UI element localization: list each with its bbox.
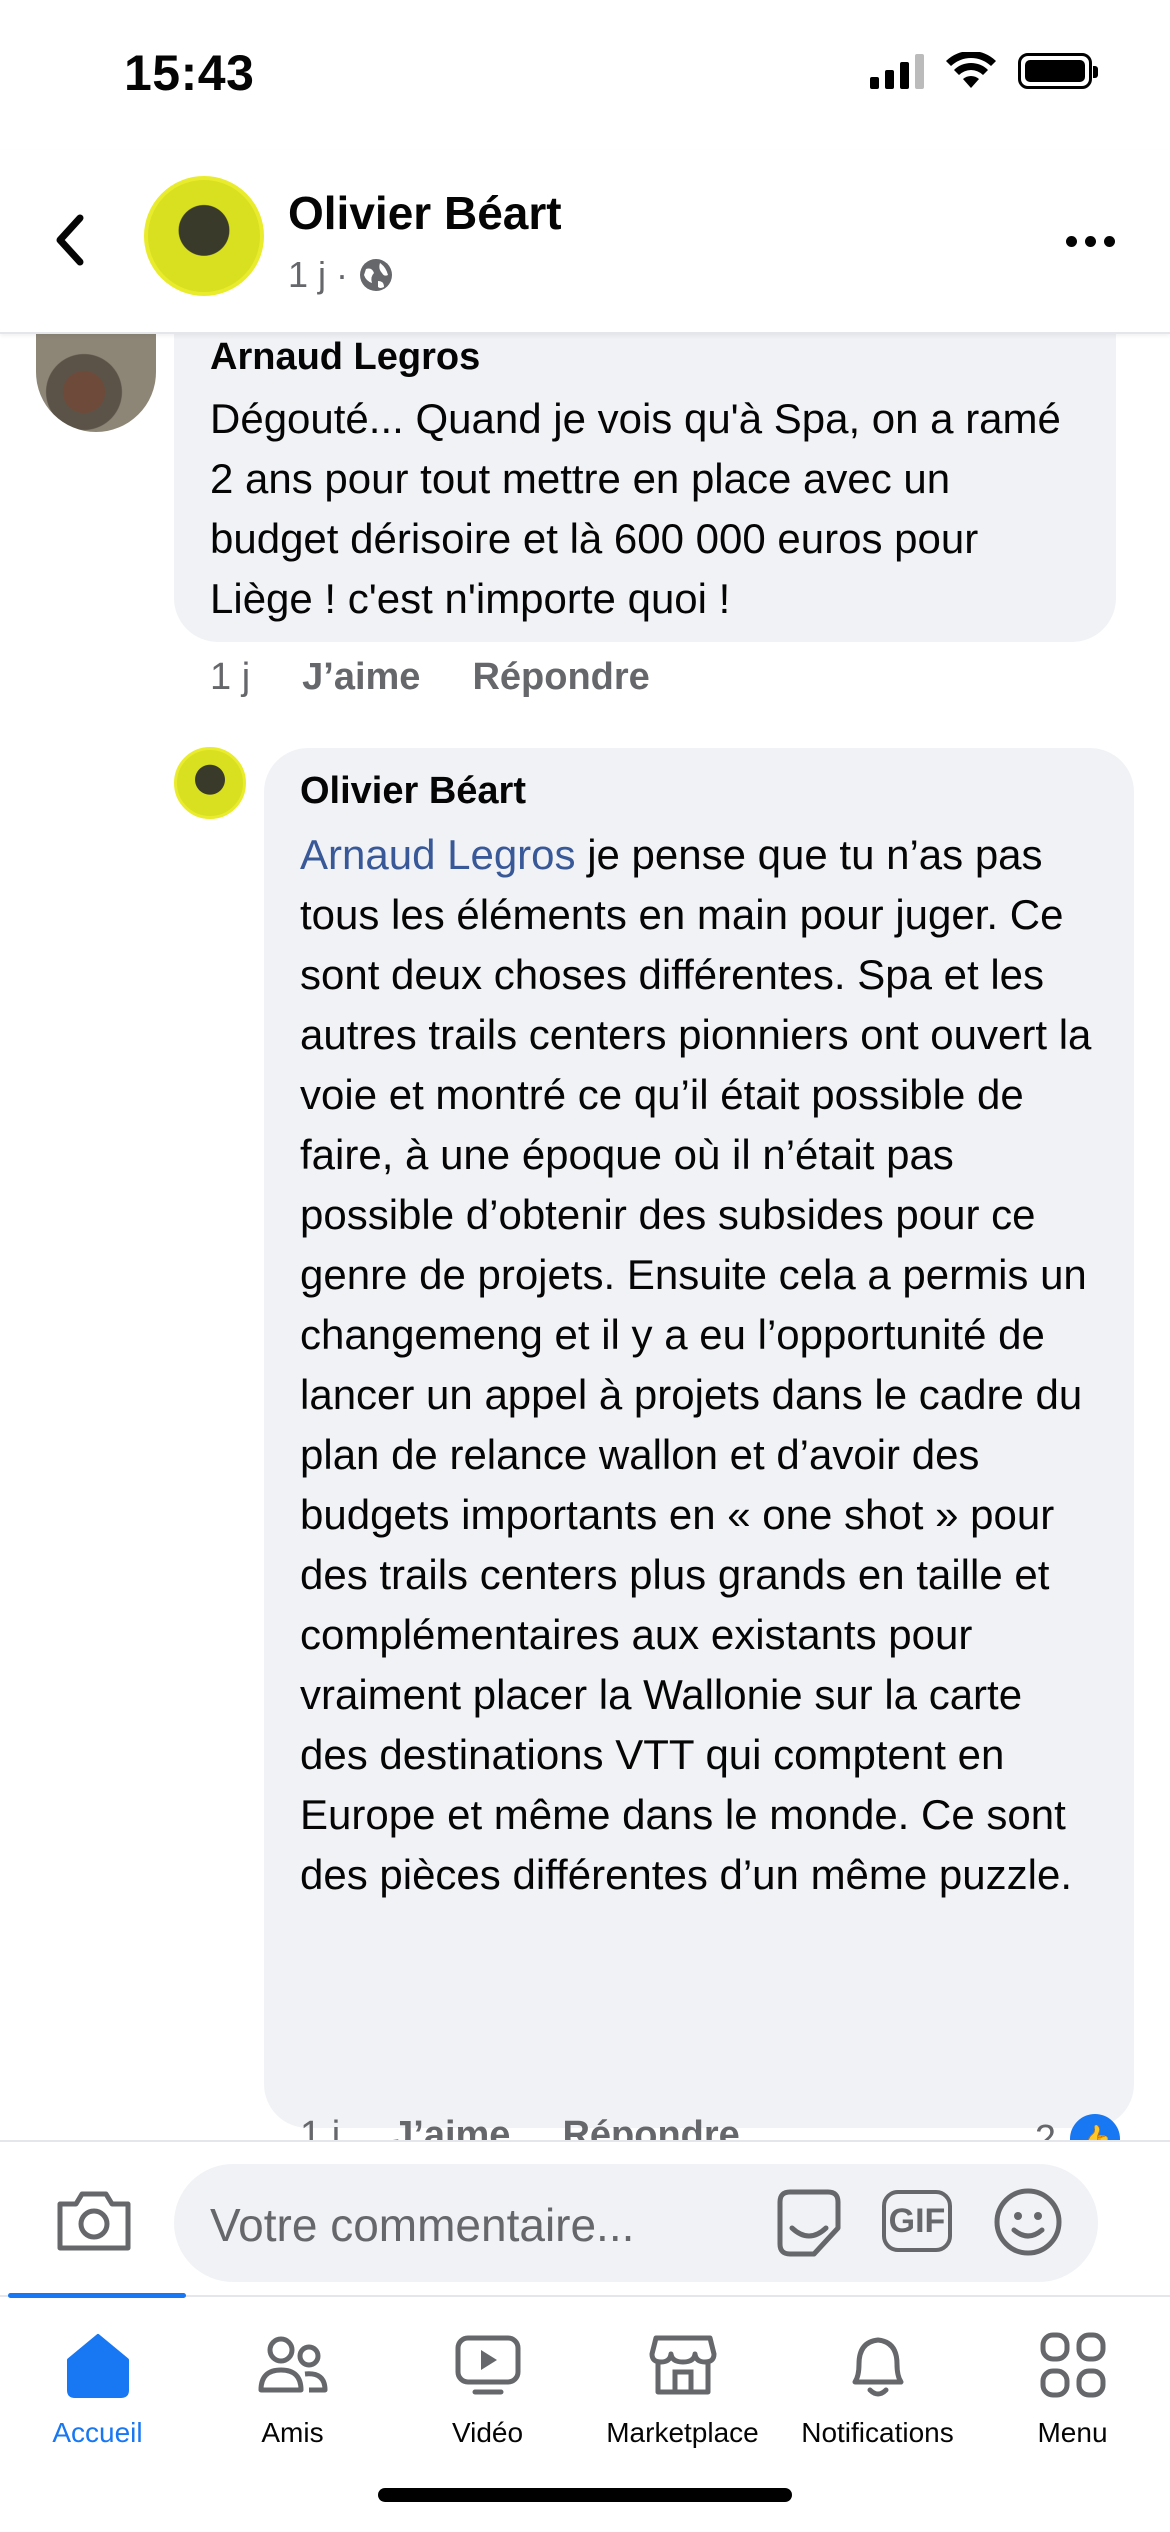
comment-bubble[interactable]: Olivier Béart Arnaud Legros je pense que… xyxy=(264,748,1134,2128)
chevron-left-icon xyxy=(56,214,84,266)
nav-notifications[interactable]: Notifications xyxy=(780,2327,975,2477)
nav-marketplace-label: Marketplace xyxy=(606,2417,759,2448)
video-icon xyxy=(450,2327,526,2403)
home-indicator[interactable] xyxy=(378,2488,792,2502)
meta-separator: · xyxy=(336,254,349,295)
sticker-button[interactable] xyxy=(770,2184,848,2262)
emoji-button[interactable] xyxy=(992,2186,1064,2258)
post-header: Olivier Béart 1 j · xyxy=(0,150,1170,334)
nav-marketplace[interactable]: Marketplace xyxy=(585,2327,780,2477)
reply-button[interactable]: Répondre xyxy=(472,656,649,699)
back-button[interactable] xyxy=(40,200,100,280)
menu-grid-icon xyxy=(1035,2327,1111,2403)
status-icons xyxy=(870,52,1098,90)
marketplace-icon xyxy=(645,2327,721,2403)
post-meta: 1 j · xyxy=(288,254,394,296)
comment-bubble[interactable]: Arnaud Legros Dégouté... Quand je vois q… xyxy=(174,332,1116,642)
mention-link[interactable]: Arnaud Legros xyxy=(300,831,576,878)
comment-input[interactable]: Votre commentaire... GIF xyxy=(174,2164,1098,2282)
nav-video-label: Vidéo xyxy=(451,2417,524,2448)
comment-author[interactable]: Olivier Béart xyxy=(300,770,1098,813)
nav-menu[interactable]: Menu xyxy=(975,2327,1170,2477)
globe-icon xyxy=(360,259,393,291)
active-tab-indicator xyxy=(8,2293,186,2298)
reaction-count-number: 2 xyxy=(1034,2117,1056,2141)
dot-icon xyxy=(1084,235,1096,247)
reply-button[interactable]: Répondre xyxy=(562,2114,739,2140)
comment-actions: 1 j J’aime Répondre xyxy=(210,656,650,699)
like-button[interactable]: J’aime xyxy=(392,2114,510,2140)
comment-text: Dégouté... Quand je vois qu'à Spa, on a … xyxy=(210,395,1061,622)
comment-body: je pense que tu n’as pas tous les élémen… xyxy=(300,831,1092,1898)
status-time: 15:43 xyxy=(124,45,255,101)
like-button[interactable]: J’aime xyxy=(302,656,420,699)
bell-icon xyxy=(840,2327,916,2403)
commenter-avatar[interactable] xyxy=(36,332,156,432)
commenter-avatar[interactable] xyxy=(174,747,246,819)
comment-time: 1 j xyxy=(300,2114,341,2140)
gif-button[interactable]: GIF xyxy=(882,2190,952,2252)
nav-video[interactable]: Vidéo xyxy=(390,2327,585,2477)
nav-home-label: Accueil xyxy=(52,2417,143,2448)
emoji-icon xyxy=(994,2188,1062,2256)
nav-menu-label: Menu xyxy=(1037,2417,1108,2448)
comments-list[interactable]: Arnaud Legros Dégouté... Quand je vois q… xyxy=(0,332,1170,2140)
more-options-button[interactable] xyxy=(1050,216,1130,266)
like-reaction-icon: 👍 xyxy=(1070,2114,1120,2140)
camera-button[interactable] xyxy=(54,2188,134,2254)
battery-icon xyxy=(1018,53,1098,89)
sticker-icon xyxy=(777,2189,841,2257)
comment-actions: 1 j J’aime Répondre xyxy=(300,2114,740,2140)
home-icon xyxy=(60,2327,136,2403)
nav-friends[interactable]: Amis xyxy=(195,2327,390,2477)
author-name[interactable]: Olivier Béart xyxy=(288,186,562,240)
nav-friends-label: Amis xyxy=(261,2417,324,2448)
author-avatar[interactable] xyxy=(144,176,264,296)
comment-time: 1 j xyxy=(210,656,251,698)
comment-text: Arnaud Legros je pense que tu n’as pas t… xyxy=(300,825,1098,1905)
comment-composer: Votre commentaire... GIF xyxy=(0,2140,1170,2297)
nav-home[interactable]: Accueil xyxy=(0,2327,195,2477)
wifi-icon xyxy=(946,52,996,88)
facebook-comments-screen: 15:43 Olivier Béart 1 j · Arnaud Legros … xyxy=(0,0,1170,2532)
reaction-count[interactable]: 2 👍 xyxy=(1035,2114,1120,2140)
friends-icon xyxy=(255,2327,331,2403)
camera-icon xyxy=(57,2191,131,2251)
post-time: 1 j xyxy=(288,254,327,295)
dot-icon xyxy=(1065,235,1077,247)
status-bar: 15:43 xyxy=(0,0,1170,150)
nav-notifications-label: Notifications xyxy=(801,2417,954,2448)
comment-input-placeholder: Votre commentaire... xyxy=(210,2199,635,2251)
comment-author[interactable]: Arnaud Legros xyxy=(210,336,1080,379)
dot-icon xyxy=(1103,235,1115,247)
cellular-signal-icon xyxy=(870,53,924,89)
